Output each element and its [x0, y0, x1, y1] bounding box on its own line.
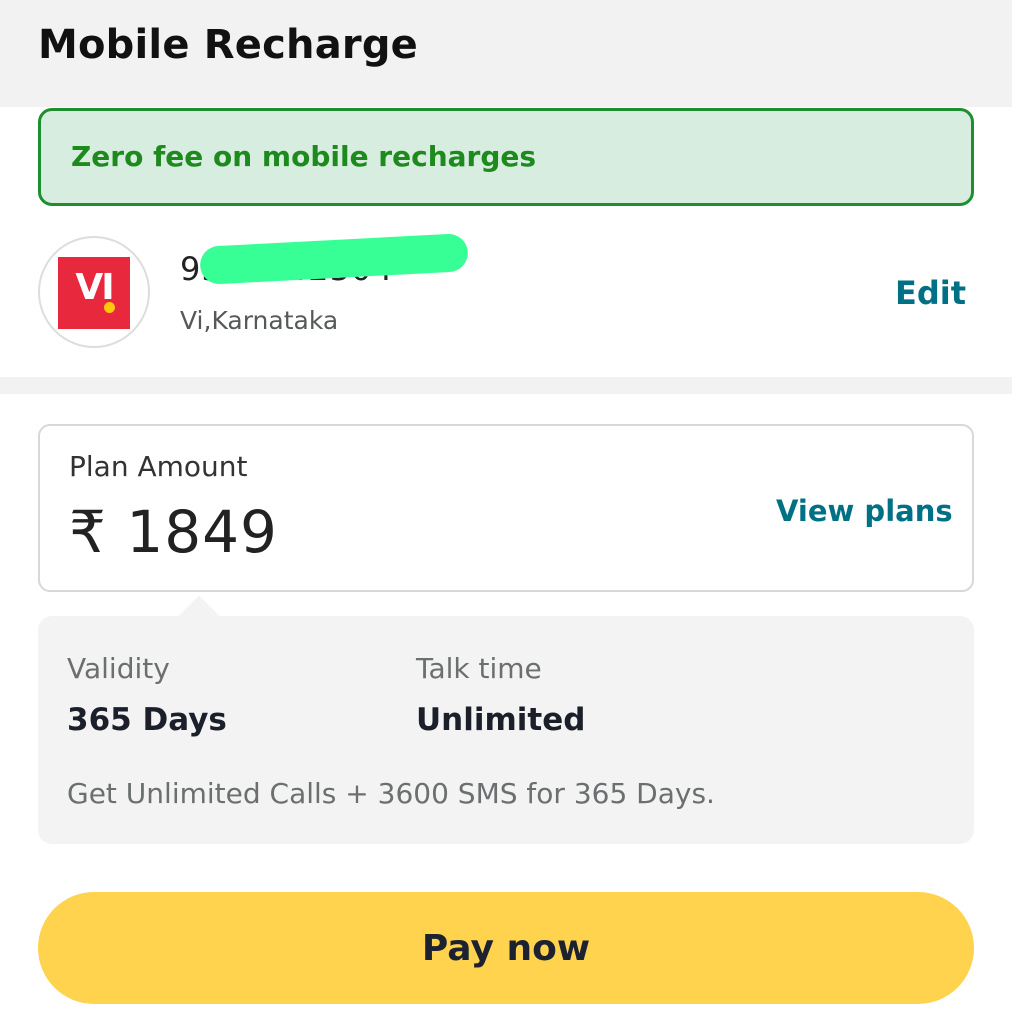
section-divider: [0, 377, 1012, 394]
plan-details-panel: Validity 365 Days Talk time Unlimited Ge…: [38, 616, 974, 844]
plan-amount-label: Plan Amount: [69, 450, 248, 483]
logo-dot-icon: [104, 302, 115, 313]
header-bar: Mobile Recharge: [0, 0, 1012, 107]
plan-description: Get Unlimited Calls + 3600 SMS for 365 D…: [67, 777, 715, 810]
talktime-value: Unlimited: [416, 702, 586, 738]
validity-label: Validity: [67, 652, 170, 685]
pay-now-label: Pay now: [421, 927, 591, 969]
plan-amount-value: ₹ 1849: [69, 498, 278, 566]
edit-link[interactable]: Edit: [895, 274, 966, 312]
pay-now-button[interactable]: Pay now: [38, 892, 974, 1004]
redaction-mark: [199, 233, 469, 285]
view-plans-link[interactable]: View plans: [776, 494, 953, 528]
vi-logo-icon: VI: [58, 257, 130, 329]
plan-amount-card[interactable]: Plan Amount ₹ 1849 View plans: [38, 424, 974, 592]
operator-circle: Vi,Karnataka: [180, 306, 339, 335]
operator-logo: VI: [38, 236, 150, 348]
page-title: Mobile Recharge: [38, 22, 418, 68]
promo-banner: Zero fee on mobile recharges: [38, 108, 974, 206]
validity-value: 365 Days: [67, 702, 227, 738]
promo-text: Zero fee on mobile recharges: [71, 140, 537, 173]
operator-logo-text: VI: [75, 267, 114, 308]
talktime-label: Talk time: [416, 652, 542, 685]
